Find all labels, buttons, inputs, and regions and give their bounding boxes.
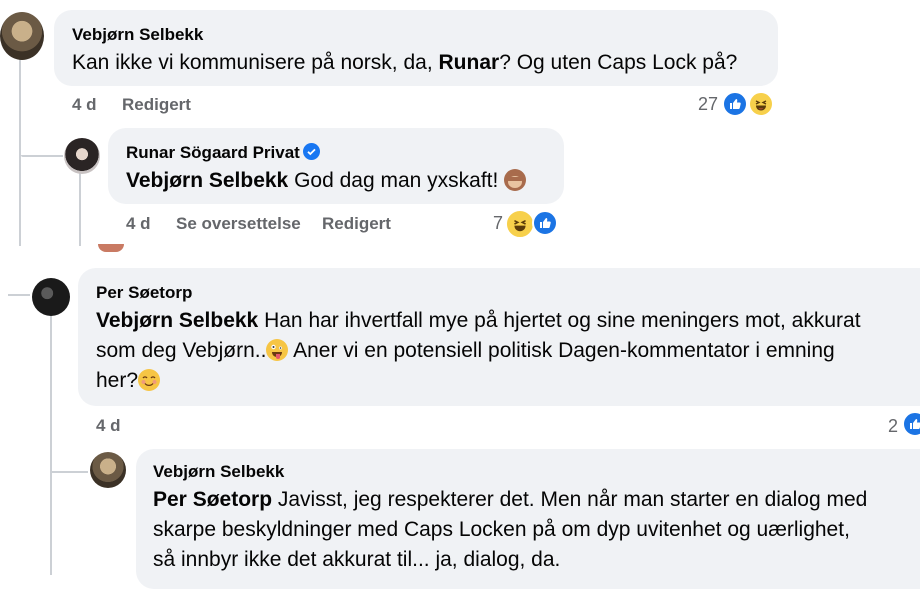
avatar[interactable]: [0, 12, 44, 60]
comment-text: Vebjørn Selbekk God dag man yxskaft!: [126, 166, 546, 196]
like-reaction-icon[interactable]: [722, 91, 748, 117]
reaction-count[interactable]: 2: [888, 416, 898, 437]
like-reaction-icon[interactable]: [902, 411, 920, 437]
comment-bubble: Per Søetorp Vebjørn Selbekk Han har ihve…: [78, 268, 920, 406]
comment-text: Kan ikke vi kommunisere på norsk, da, Ru…: [72, 51, 738, 74]
thread-line: [19, 132, 21, 157]
edited-label[interactable]: Redigert: [122, 95, 191, 115]
edited-label[interactable]: Redigert: [322, 214, 391, 234]
comment-bubble: Vebjørn Selbekk Per Søetorp Javisst, jeg…: [136, 449, 920, 589]
haha-reaction-icon[interactable]: [748, 91, 774, 117]
mention-link[interactable]: Per Søetorp: [153, 488, 272, 511]
comment-bubble: Vebjørn Selbekk Kan ikke vi kommunisere …: [54, 10, 778, 86]
haha-reaction-icon[interactable]: [505, 209, 535, 239]
verified-badge-icon: [302, 143, 320, 160]
thread-line: [50, 316, 52, 575]
zany-face-emoji: [266, 339, 289, 361]
thread-line: [79, 172, 81, 246]
mention-link[interactable]: Runar: [439, 51, 500, 74]
smiling-face-emoji: [138, 369, 161, 391]
mention-link[interactable]: Vebjørn Selbekk: [126, 169, 288, 192]
mention-link[interactable]: Vebjørn Selbekk: [96, 309, 258, 332]
thread-connector: [21, 155, 63, 157]
reaction-count[interactable]: 7: [493, 213, 503, 234]
comment-time[interactable]: 4 d: [72, 95, 97, 115]
partial-avatar: [98, 244, 124, 252]
comment-time[interactable]: 4 d: [96, 416, 121, 436]
thread-connector: [8, 294, 30, 296]
see-translation-link[interactable]: Se oversettelse: [176, 214, 301, 234]
comment-author[interactable]: Vebjørn Selbekk: [72, 24, 760, 46]
comment-text: Vebjørn Selbekk Han har ihvertfall mye p…: [96, 309, 861, 392]
comment-time[interactable]: 4 d: [126, 214, 151, 234]
comment-author[interactable]: Runar Sögaard Privat: [126, 143, 300, 162]
comment-author[interactable]: Vebjørn Selbekk: [153, 461, 903, 483]
reaction-count[interactable]: 27: [698, 94, 718, 115]
like-reaction-icon[interactable]: [532, 210, 558, 236]
avatar[interactable]: [64, 138, 100, 174]
see-no-evil-monkey-emoji: [504, 169, 527, 191]
avatar[interactable]: [32, 278, 70, 316]
comment-author[interactable]: Per Søetorp: [96, 282, 902, 304]
comment-text: Per Søetorp Javisst, jeg respekterer det…: [153, 488, 868, 571]
comment-bubble: Runar Sögaard Privat Vebjørn Selbekk God…: [108, 128, 564, 204]
avatar[interactable]: [90, 452, 126, 488]
thread-connector: [52, 471, 88, 473]
